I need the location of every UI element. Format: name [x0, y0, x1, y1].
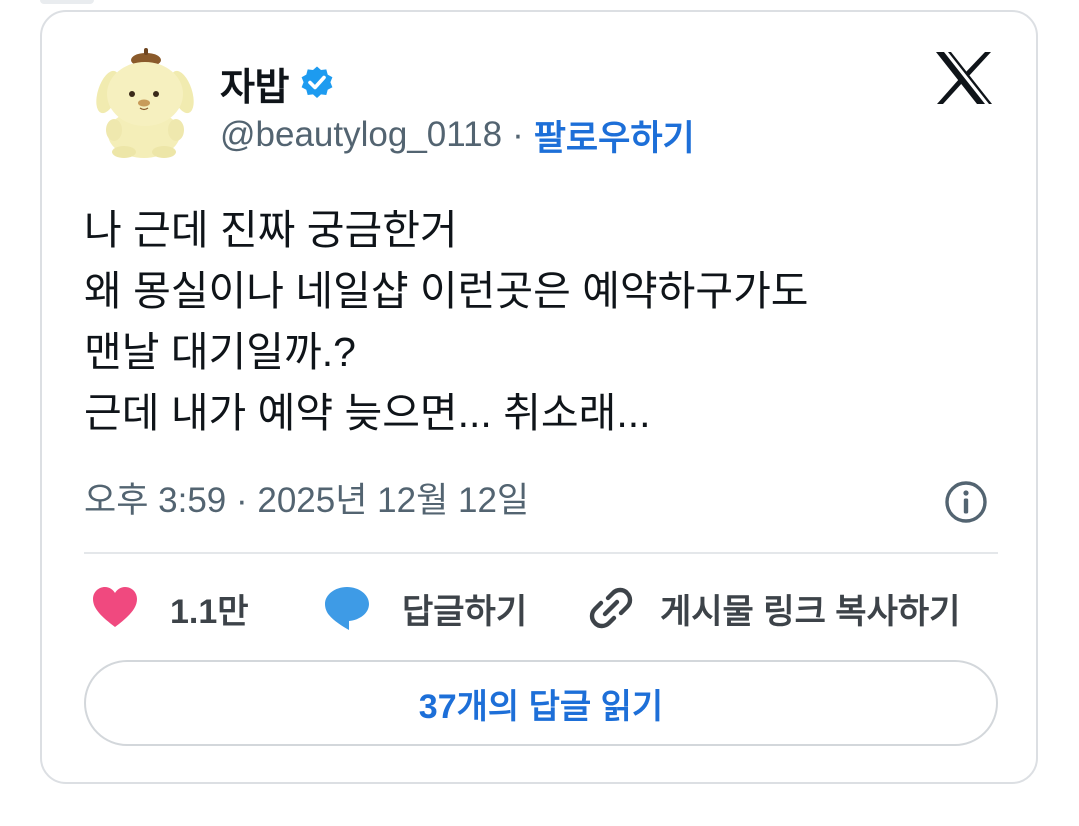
author-avatar[interactable] [94, 46, 194, 158]
tweet-text: 나 근데 진짜 궁금한거 왜 몽실이나 네일샵 이런곳은 예약하구가도 맨날 대… [84, 200, 984, 444]
tweet-timestamp[interactable]: 오후 3:59 · 2025년 12월 12일 [84, 476, 529, 526]
heart-icon [93, 587, 137, 627]
verified-badge-icon [301, 66, 333, 98]
like-button[interactable]: 1.1만 [90, 578, 249, 638]
copy-link-label: 게시물 링크 복사하기 [660, 592, 961, 631]
reply-label: 답글하기 [402, 592, 528, 631]
reply-bubble-icon [325, 587, 369, 630]
tweet-text-line: 근데 내가 예약 늦으면... 취소래... [84, 390, 651, 436]
tweet-text-line: 나 근데 진짜 궁금한거 [84, 207, 458, 253]
author-handle[interactable]: @beautylog_0118 [220, 115, 502, 155]
author-handle-row: @beautylog_0118 · 팔로우하기 [220, 110, 695, 160]
tweet-text-line: 맨날 대기일까.? [84, 329, 356, 375]
tweet-actions-bar: 1.1만 답글하기 게시물 링크 복사하기 [90, 578, 1010, 638]
handle-separator: · [512, 115, 524, 154]
like-count: 1.1만 [170, 592, 249, 631]
previous-element-edge [40, 0, 94, 4]
x-logo-icon[interactable] [934, 50, 994, 106]
divider [84, 552, 998, 554]
reply-button[interactable]: 답글하기 [322, 578, 527, 638]
copy-link-button[interactable]: 게시물 링크 복사하기 [586, 578, 960, 638]
author-name-row: 자밥 [220, 56, 335, 110]
read-replies-button[interactable]: 37개의 답글 읽기 [84, 660, 998, 746]
info-icon[interactable] [942, 478, 990, 526]
tweet-embed-card: 자밥 @beautylog_0118 · 팔로우하기 나 근데 진짜 궁금한거 … [40, 10, 1038, 784]
follow-link[interactable]: 팔로우하기 [534, 110, 695, 161]
link-icon [589, 587, 633, 629]
tweet-text-line: 왜 몽실이나 네일샵 이런곳은 예약하구가도 [84, 268, 809, 314]
author-display-name[interactable]: 자밥 [220, 56, 289, 111]
